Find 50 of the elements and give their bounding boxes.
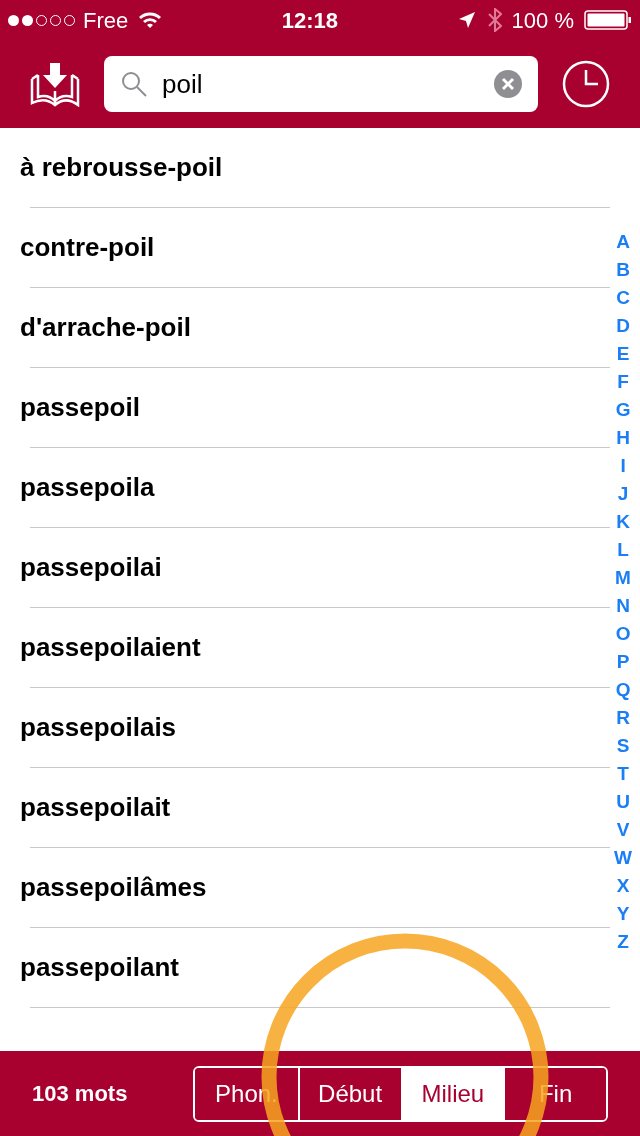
segment-tab[interactable]: Milieu (400, 1067, 504, 1120)
index-letter[interactable]: N (616, 592, 630, 620)
index-letter[interactable]: S (616, 732, 630, 760)
index-letter[interactable]: Y (616, 900, 630, 928)
index-letter[interactable]: A (616, 228, 630, 256)
index-letter[interactable]: B (616, 256, 630, 284)
word-entry[interactable]: passepoilaient (20, 628, 201, 667)
word-entry[interactable]: passepoilâmes (20, 868, 207, 907)
index-letter[interactable]: E (616, 340, 630, 368)
search-field[interactable]: poil (104, 56, 538, 112)
index-letter[interactable]: R (616, 704, 630, 732)
word-entry[interactable]: passepoila (20, 468, 155, 507)
index-letter[interactable]: H (616, 424, 630, 452)
word-entry[interactable]: passepoil (20, 388, 140, 427)
index-letter[interactable]: G (615, 396, 631, 424)
index-letter[interactable]: W (614, 844, 632, 872)
word-entry[interactable]: passepoilait (20, 788, 171, 827)
wifi-icon (138, 11, 163, 29)
word-entry[interactable]: passepoilais (20, 708, 177, 747)
battery-icon (584, 10, 632, 30)
index-letter[interactable]: F (617, 368, 629, 396)
index-letter[interactable]: L (617, 536, 629, 564)
history-clock-icon[interactable] (562, 60, 610, 108)
word-entry[interactable]: contre-poil (20, 228, 155, 267)
index-letter[interactable]: D (616, 312, 630, 340)
index-letter[interactable]: K (616, 508, 630, 536)
index-letter[interactable]: P (616, 648, 630, 676)
index-letter[interactable]: J (617, 480, 629, 508)
location-arrow-icon (457, 11, 476, 29)
clear-icon[interactable] (494, 70, 522, 98)
word-entry[interactable]: à rebrousse-poil (20, 148, 223, 187)
index-letter[interactable]: X (616, 872, 630, 900)
index-letter[interactable]: T (617, 760, 629, 788)
carrier-name: Free (83, 6, 129, 35)
index-letter[interactable]: I (620, 452, 626, 480)
index-letter[interactable]: Z (617, 928, 629, 956)
word-entry[interactable]: d'arrache-poil (20, 308, 191, 347)
index-letter[interactable]: Q (615, 676, 631, 704)
word-entry[interactable]: passepoilai (20, 548, 162, 587)
index-letter[interactable]: C (616, 284, 630, 312)
index-letter[interactable]: V (616, 816, 630, 844)
clock-time: 12:18 (281, 6, 339, 35)
word-entry[interactable]: passepoilant (20, 948, 179, 987)
download-book-icon[interactable] (30, 61, 80, 107)
index-letter[interactable]: U (616, 788, 630, 816)
search-icon (120, 70, 148, 98)
index-letter[interactable]: M (615, 564, 631, 592)
index-letter[interactable]: O (615, 620, 631, 648)
word-count: 103 mots (32, 1080, 129, 1108)
battery-percent: 100 % (511, 6, 574, 35)
